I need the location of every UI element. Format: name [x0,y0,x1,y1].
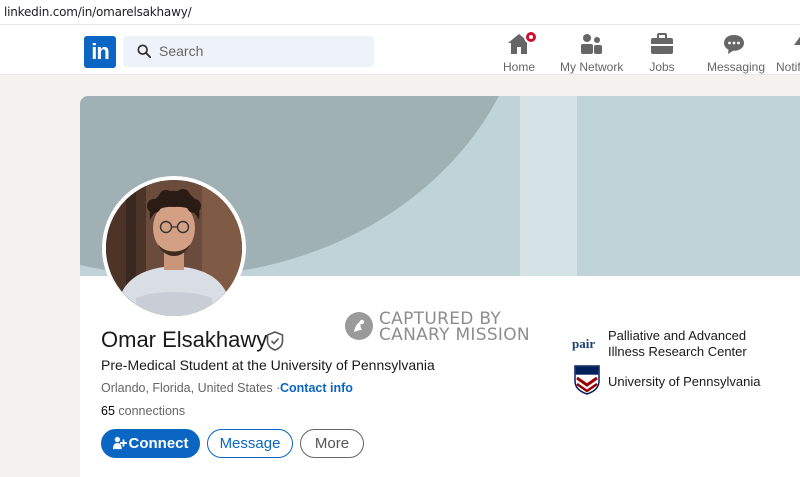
upenn-shield-icon[interactable] [574,365,600,400]
more-button[interactable]: More [300,429,364,458]
profile-name: Omar Elsakhawy [101,327,268,352]
nav-label: Notif [776,60,800,74]
profile-headline: Pre-Medical Student at the University of… [101,357,435,373]
nav-label: My Network [560,60,624,74]
nav-item-home[interactable]: Home [503,30,538,74]
connections-count: 65 [101,404,115,418]
avatar-photo [106,180,242,316]
canary-mission-watermark: CAPTURED BY CANARY MISSION [345,309,545,345]
location-text: Orlando, Florida, United States [101,381,273,395]
connect-button[interactable]: Connect [101,429,200,458]
contact-info-link[interactable]: Contact info [280,381,353,395]
search-box[interactable] [123,36,374,67]
pair-logo[interactable]: pair [572,336,595,352]
messaging-icon [722,33,746,55]
notification-badge [524,30,538,44]
connections-label: connections [118,404,186,418]
linkedin-logo[interactable]: in [84,36,116,68]
nav-item-messaging[interactable]: Messaging [707,33,766,74]
search-icon [137,44,151,58]
banner-block [577,96,800,276]
experience-item-pair[interactable]: Palliative and Advanced Illness Research… [608,328,778,360]
nav-item-notifications[interactable]: Notif [776,33,800,74]
nav-item-my-network[interactable]: My Network [560,33,624,74]
bell-icon [790,33,800,55]
connections-link[interactable]: 65 connections [101,404,185,418]
banner-strip [520,96,578,276]
nav-label: Messaging [707,60,766,74]
nav-item-jobs[interactable]: Jobs [648,33,676,74]
home-icon [507,30,538,55]
watermark-line-2: CANARY MISSION [379,325,530,345]
network-icon [579,33,603,55]
top-nav: in Home My Network [0,25,800,75]
canary-logo-icon [345,312,373,340]
add-person-icon [112,436,127,450]
message-button[interactable]: Message [207,429,293,458]
profile-location: Orlando, Florida, United States · [101,381,280,395]
connect-label: Connect [128,435,189,452]
nav-label: Jobs [649,60,675,74]
url-text[interactable]: linkedin.com/in/omarelsakhawy/ [4,5,192,19]
browser-url-bar[interactable]: linkedin.com/in/omarelsakhawy/ [0,0,800,25]
education-item-upenn[interactable]: University of Pennsylvania [608,374,760,389]
nav-label: Home [503,60,536,74]
verified-shield-icon[interactable] [266,331,284,356]
search-input[interactable] [159,40,359,62]
briefcase-icon [650,33,674,55]
profile-avatar[interactable] [102,176,246,320]
